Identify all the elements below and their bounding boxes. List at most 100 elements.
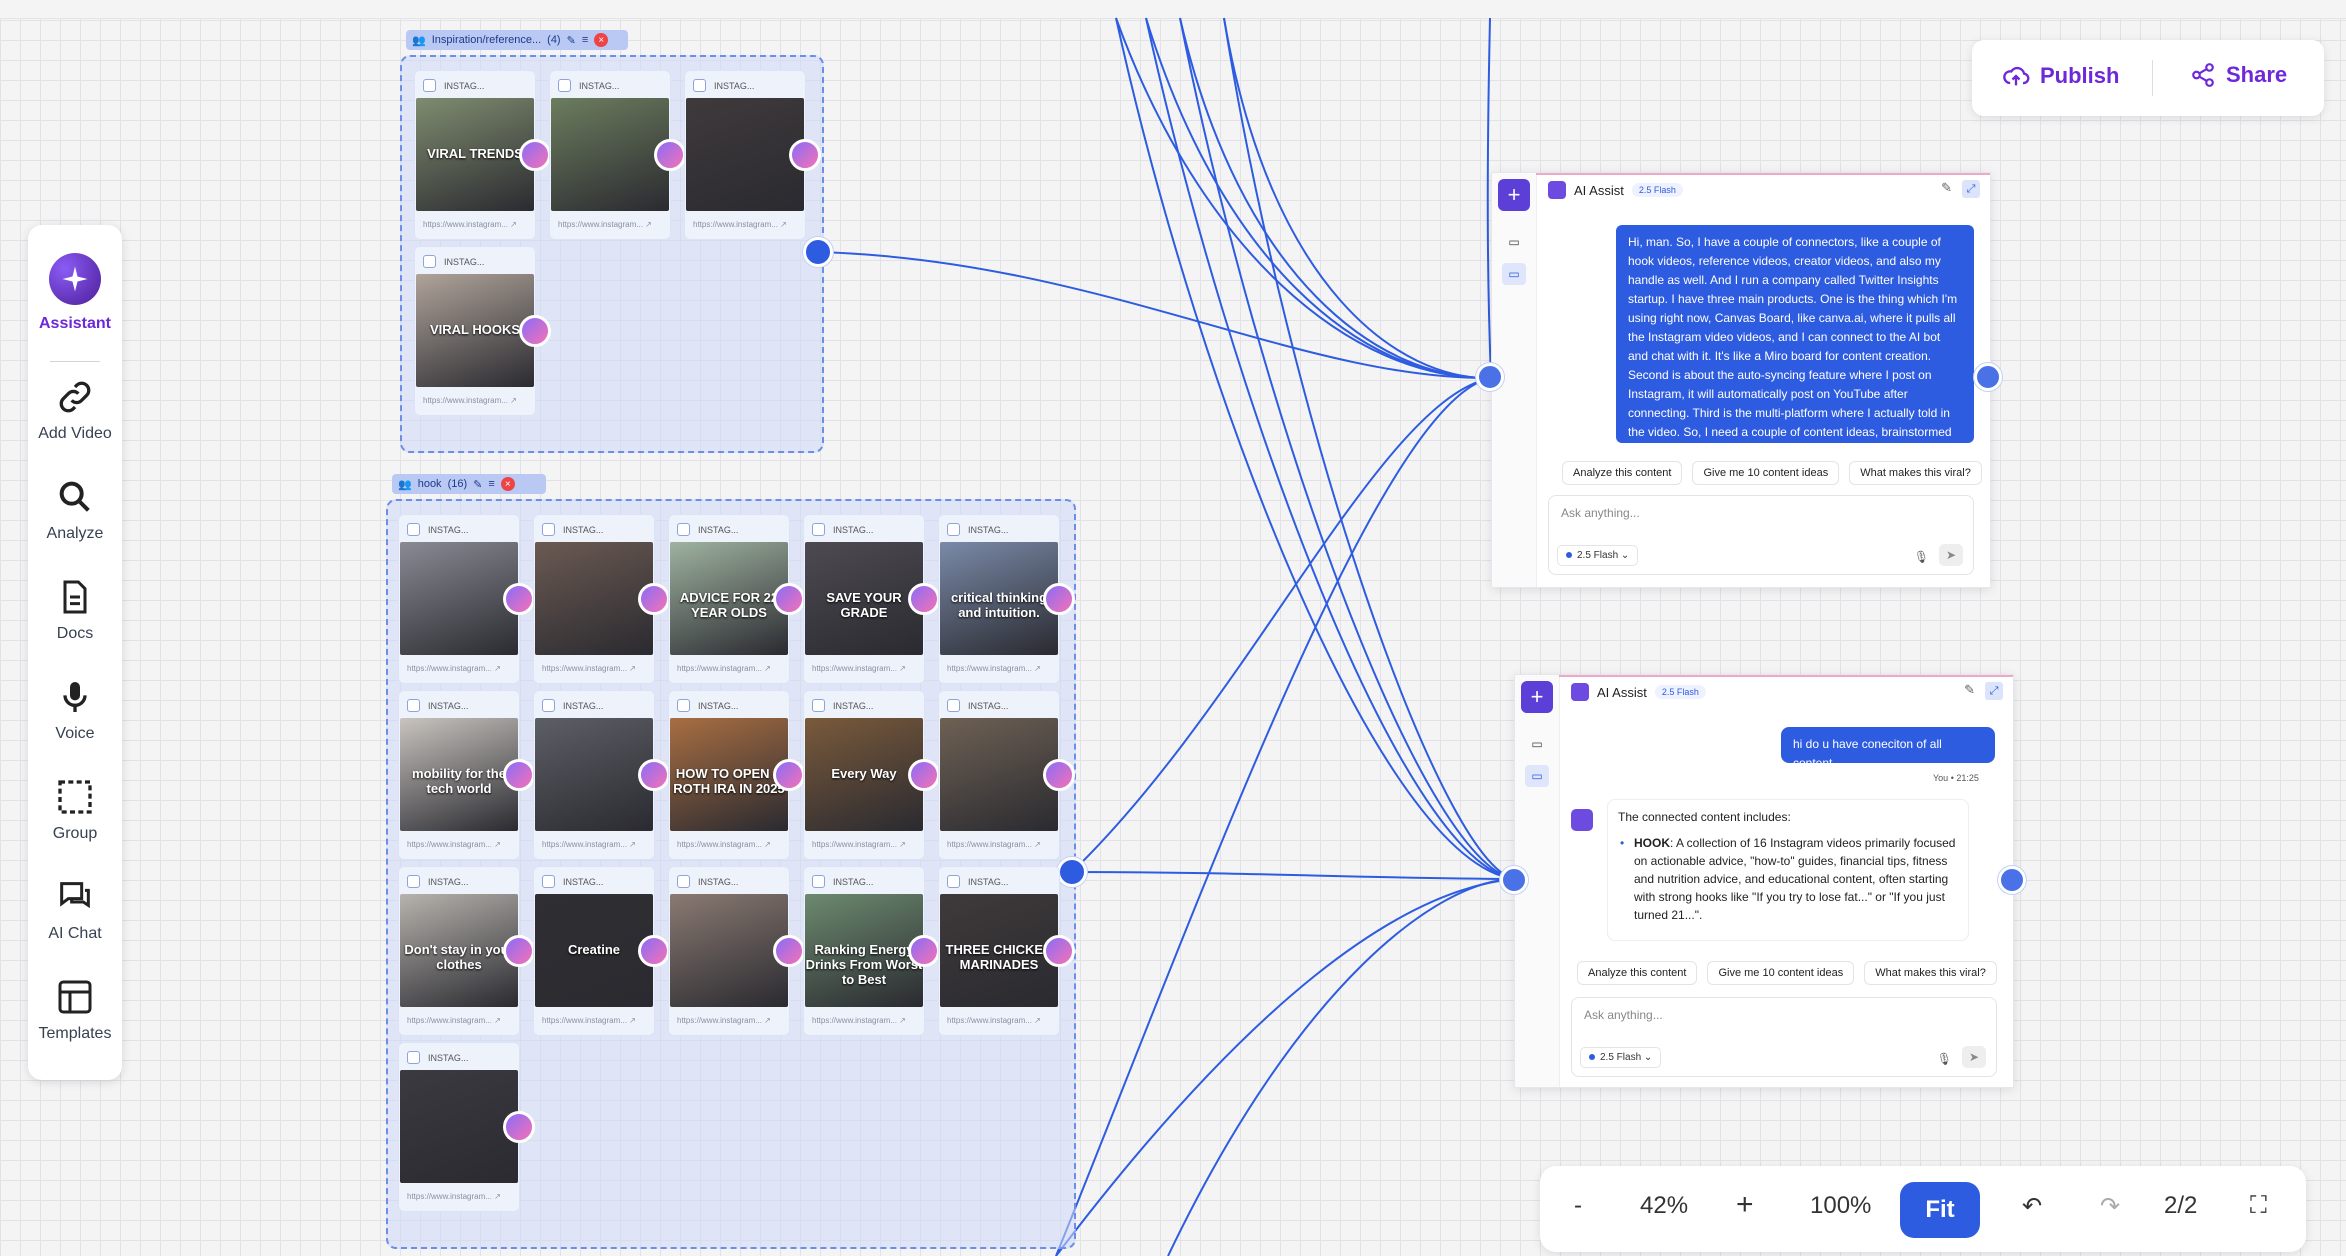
video-card[interactable]: INSTAG... https://www.instagram... ↗ — [398, 514, 535, 684]
chat-history-icon[interactable]: ▭ — [1502, 231, 1526, 253]
new-chat-button[interactable]: + — [1498, 179, 1530, 211]
sidebar-item-voice[interactable]: Voice — [28, 677, 122, 743]
chat-output-handle[interactable] — [1998, 866, 2026, 894]
sidebar-item-ai-chat[interactable]: AI Chat — [28, 877, 122, 943]
card-connector-handle[interactable] — [519, 139, 551, 171]
menu-icon[interactable]: ≡ — [582, 34, 588, 46]
card-url[interactable]: https://www.instagram... ↗ — [542, 664, 636, 673]
card-url[interactable]: https://www.instagram... ↗ — [542, 1016, 636, 1025]
card-url[interactable]: https://www.instagram... ↗ — [693, 220, 787, 229]
card-connector-handle[interactable] — [773, 759, 805, 791]
edit-icon[interactable]: ✎ — [1964, 682, 1975, 700]
video-thumbnail[interactable]: VIRAL HOOKS — [416, 274, 534, 387]
card-url[interactable]: https://www.instagram... ↗ — [423, 396, 517, 405]
video-thumbnail[interactable] — [400, 542, 518, 655]
video-card[interactable]: INSTAG... critical thinking and intuition… — [938, 514, 1075, 684]
video-thumbnail[interactable] — [686, 98, 804, 211]
card-connector-handle[interactable] — [503, 583, 535, 615]
card-connector-handle[interactable] — [789, 139, 821, 171]
redo-icon[interactable]: ↷ — [2100, 1192, 2120, 1221]
chat-active-icon[interactable]: ▭ — [1502, 263, 1526, 285]
model-select[interactable]: 2.5 Flash ⌄ — [1557, 545, 1639, 566]
card-url[interactable]: https://www.instagram... ↗ — [947, 840, 1041, 849]
video-thumbnail[interactable]: VIRAL TRENDS — [416, 98, 534, 211]
video-thumbnail[interactable] — [400, 1070, 518, 1183]
video-card[interactable]: INSTAG... THREE CHICKEN MARINADES https://… — [938, 866, 1075, 1036]
video-card[interactable]: INSTAG... Every Way https://www.instagram.… — [803, 690, 940, 860]
video-thumbnail[interactable]: mobility for the tech world — [400, 718, 518, 831]
video-card[interactable]: INSTAG... Don't stay in your clothes https… — [398, 866, 535, 1036]
video-thumbnail[interactable]: Creatine — [535, 894, 653, 1007]
card-url[interactable]: https://www.instagram... ↗ — [947, 664, 1041, 673]
sidebar-item-assistant[interactable]: Assistant — [28, 253, 122, 333]
card-url[interactable]: https://www.instagram... ↗ — [407, 664, 501, 673]
sidebar-item-group[interactable]: Group — [28, 777, 122, 843]
video-thumbnail[interactable] — [535, 542, 653, 655]
card-url[interactable]: https://www.instagram... ↗ — [558, 220, 652, 229]
video-thumbnail[interactable]: critical thinking and intuition. — [940, 542, 1058, 655]
card-url[interactable]: https://www.instagram... ↗ — [677, 1016, 771, 1025]
video-thumbnail[interactable]: Don't stay in your clothes — [400, 894, 518, 1007]
video-thumbnail[interactable] — [535, 718, 653, 831]
zoom-reset-button[interactable]: 100% — [1810, 1192, 1871, 1220]
new-chat-button[interactable]: + — [1521, 681, 1553, 713]
chip-analyze[interactable]: Analyze this content — [1562, 461, 1683, 485]
video-card[interactable]: INSTAG... https://www.instagram... ↗ — [938, 690, 1075, 860]
video-card[interactable]: INSTAG... VIRAL HOOKS https://www.instagra… — [414, 246, 551, 416]
chip-what-viral[interactable]: What makes this viral? — [1849, 461, 1982, 485]
model-select[interactable]: 2.5 Flash ⌄ — [1580, 1047, 1662, 1068]
video-card[interactable]: INSTAG... https://www.instagram... ↗ — [684, 70, 821, 240]
card-connector-handle[interactable] — [773, 935, 805, 967]
card-connector-handle[interactable] — [519, 315, 551, 347]
video-thumbnail[interactable] — [670, 894, 788, 1007]
video-card[interactable]: INSTAG... https://www.instagram... ↗ — [668, 866, 805, 1036]
card-url[interactable]: https://www.instagram... ↗ — [407, 1016, 501, 1025]
expand-icon[interactable]: ⤢ — [1985, 682, 2003, 700]
sidebar-item-templates[interactable]: Templates — [28, 977, 122, 1043]
card-connector-handle[interactable] — [1043, 759, 1075, 791]
share-button[interactable]: Share — [2190, 62, 2287, 88]
card-connector-handle[interactable] — [654, 139, 686, 171]
zoom-in-button[interactable]: + — [1736, 1188, 1754, 1222]
video-thumbnail[interactable] — [551, 98, 669, 211]
group-header-hook[interactable]: 👥 hook (16) ✎ ≡ × — [392, 474, 546, 494]
card-url[interactable]: https://www.instagram... ↗ — [947, 1016, 1041, 1025]
group-output-handle[interactable] — [1057, 857, 1087, 887]
card-connector-handle[interactable] — [638, 759, 670, 791]
chat-input-box[interactable]: Ask anything... 2.5 Flash ⌄ 🎙 ➤ — [1571, 997, 1997, 1077]
card-url[interactable]: https://www.instagram... ↗ — [542, 840, 636, 849]
card-connector-handle[interactable] — [503, 759, 535, 791]
video-card[interactable]: INSTAG... Creatine https://www.instagram..… — [533, 866, 670, 1036]
group-header-inspiration[interactable]: 👥 Inspiration/reference... (4) ✎ ≡ × — [406, 30, 628, 50]
chat-input-handle[interactable] — [1500, 866, 1528, 894]
send-icon[interactable]: ➤ — [1962, 1046, 1986, 1068]
card-connector-handle[interactable] — [503, 1111, 535, 1143]
card-connector-handle[interactable] — [773, 583, 805, 615]
sidebar-item-docs[interactable]: Docs — [28, 577, 122, 643]
group-output-handle[interactable] — [803, 237, 833, 267]
video-thumbnail[interactable]: Ranking Energy Drinks From Worst to Best — [805, 894, 923, 1007]
fit-button[interactable]: Fit — [1900, 1182, 1980, 1238]
card-url[interactable]: https://www.instagram... ↗ — [407, 1192, 501, 1201]
chat-active-icon[interactable]: ▭ — [1525, 765, 1549, 787]
fullscreen-icon[interactable]: ⛶ — [2250, 1192, 2267, 1220]
card-url[interactable]: https://www.instagram... ↗ — [677, 664, 771, 673]
menu-icon[interactable]: ≡ — [488, 478, 494, 490]
video-thumbnail[interactable] — [940, 718, 1058, 831]
card-connector-handle[interactable] — [1043, 583, 1075, 615]
sidebar-item-analyze[interactable]: Analyze — [28, 477, 122, 543]
card-url[interactable]: https://www.instagram... ↗ — [812, 1016, 906, 1025]
video-thumbnail[interactable]: SAVE YOUR GRADE — [805, 542, 923, 655]
chat-output-handle[interactable] — [1974, 363, 2002, 391]
card-connector-handle[interactable] — [908, 935, 940, 967]
card-url[interactable]: https://www.instagram... ↗ — [423, 220, 517, 229]
chat-history-icon[interactable]: ▭ — [1525, 733, 1549, 755]
video-card[interactable]: INSTAG... https://www.instagram... ↗ — [398, 1042, 535, 1212]
close-icon[interactable]: × — [594, 33, 609, 47]
card-url[interactable]: https://www.instagram... ↗ — [812, 840, 906, 849]
chip-content-ideas[interactable]: Give me 10 content ideas — [1707, 961, 1855, 985]
card-connector-handle[interactable] — [1043, 935, 1075, 967]
video-card[interactable]: INSTAG... ADVICE FOR 22 YEAR OLDS https://… — [668, 514, 805, 684]
card-connector-handle[interactable] — [908, 583, 940, 615]
send-icon[interactable]: ➤ — [1939, 544, 1963, 566]
